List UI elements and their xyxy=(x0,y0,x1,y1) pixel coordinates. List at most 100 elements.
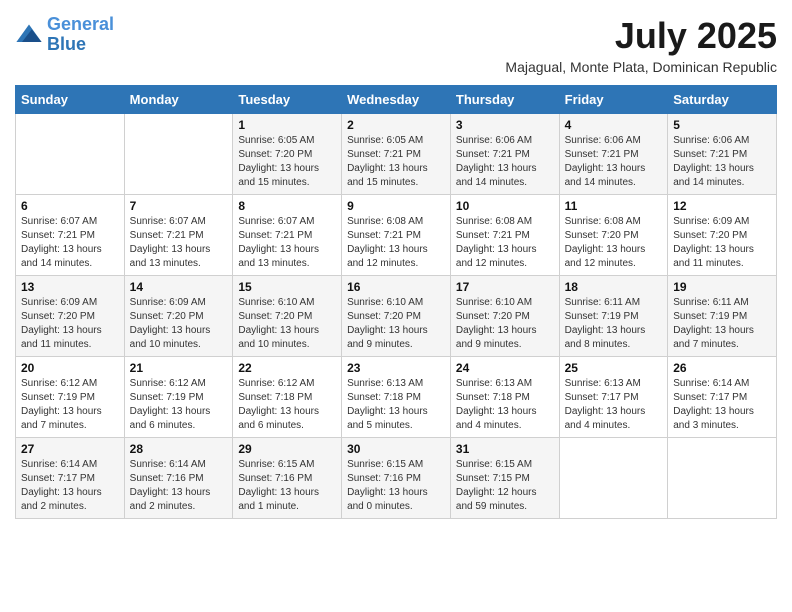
day-info: Sunrise: 6:10 AM Sunset: 7:20 PM Dayligh… xyxy=(238,296,336,352)
calendar-day-header: Monday xyxy=(124,86,233,114)
day-number: 7 xyxy=(130,199,228,213)
day-number: 11 xyxy=(565,199,663,213)
day-info: Sunrise: 6:15 AM Sunset: 7:15 PM Dayligh… xyxy=(456,458,554,514)
calendar-day-header: Friday xyxy=(559,86,668,114)
logo: General Blue xyxy=(15,15,114,55)
calendar-cell: 22Sunrise: 6:12 AM Sunset: 7:18 PM Dayli… xyxy=(233,357,342,438)
day-number: 27 xyxy=(21,442,119,456)
calendar-cell: 3 Sunrise: 6:06 AM Sunset: 7:21 PM Daylig… xyxy=(450,114,559,195)
calendar-cell: 25 Sunrise: 6:13 AM Sunset: 7:17 PM Dayli… xyxy=(559,357,668,438)
calendar-cell: 19Sunrise: 6:11 AM Sunset: 7:19 PM Dayli… xyxy=(668,276,777,357)
calendar-cell: 29 Sunrise: 6:15 AM Sunset: 7:16 PM Dayli… xyxy=(233,438,342,519)
day-info: Sunrise: 6:07 AM Sunset: 7:21 PM Dayligh… xyxy=(130,215,228,271)
day-number: 16 xyxy=(347,280,445,294)
day-number: 29 xyxy=(238,442,336,456)
day-number: 14 xyxy=(130,280,228,294)
calendar-week-row: 13 Sunrise: 6:09 AM Sunset: 7:20 PM Dayli… xyxy=(16,276,777,357)
calendar-week-row: 1Sunrise: 6:05 AM Sunset: 7:20 PM Daylig… xyxy=(16,114,777,195)
day-info: Sunrise: 6:06 AM Sunset: 7:21 PM Dayligh… xyxy=(456,134,554,190)
day-info: Sunrise: 6:12 AM Sunset: 7:19 PM Dayligh… xyxy=(21,377,119,433)
calendar-cell: 21 Sunrise: 6:12 AM Sunset: 7:19 PM Dayli… xyxy=(124,357,233,438)
day-number: 30 xyxy=(347,442,445,456)
day-number: 10 xyxy=(456,199,554,213)
calendar-cell: 2Sunrise: 6:05 AM Sunset: 7:21 PM Daylig… xyxy=(342,114,451,195)
day-number: 8 xyxy=(238,199,336,213)
calendar-cell: 6Sunrise: 6:07 AM Sunset: 7:21 PM Daylig… xyxy=(16,195,125,276)
day-number: 26 xyxy=(673,361,771,375)
calendar-cell: 24 Sunrise: 6:13 AM Sunset: 7:18 PM Dayli… xyxy=(450,357,559,438)
calendar-week-row: 27 Sunrise: 6:14 AM Sunset: 7:17 PM Dayli… xyxy=(16,438,777,519)
day-number: 23 xyxy=(347,361,445,375)
day-info: Sunrise: 6:08 AM Sunset: 7:20 PM Dayligh… xyxy=(565,215,663,271)
logo-text: General Blue xyxy=(47,15,114,55)
day-info: Sunrise: 6:05 AM Sunset: 7:21 PM Dayligh… xyxy=(347,134,445,190)
day-info: Sunrise: 6:15 AM Sunset: 7:16 PM Dayligh… xyxy=(238,458,336,514)
day-info: Sunrise: 6:06 AM Sunset: 7:21 PM Dayligh… xyxy=(673,134,771,190)
day-info: Sunrise: 6:14 AM Sunset: 7:16 PM Dayligh… xyxy=(130,458,228,514)
calendar-cell: 15 Sunrise: 6:10 AM Sunset: 7:20 PM Dayli… xyxy=(233,276,342,357)
calendar-cell: 5 Sunrise: 6:06 AM Sunset: 7:21 PM Daylig… xyxy=(668,114,777,195)
day-info: Sunrise: 6:08 AM Sunset: 7:21 PM Dayligh… xyxy=(347,215,445,271)
day-info: Sunrise: 6:06 AM Sunset: 7:21 PM Dayligh… xyxy=(565,134,663,190)
day-info: Sunrise: 6:10 AM Sunset: 7:20 PM Dayligh… xyxy=(456,296,554,352)
day-number: 20 xyxy=(21,361,119,375)
day-number: 19 xyxy=(673,280,771,294)
day-info: Sunrise: 6:09 AM Sunset: 7:20 PM Dayligh… xyxy=(21,296,119,352)
calendar-cell xyxy=(559,438,668,519)
day-number: 21 xyxy=(130,361,228,375)
day-number: 15 xyxy=(238,280,336,294)
day-info: Sunrise: 6:11 AM Sunset: 7:19 PM Dayligh… xyxy=(565,296,663,352)
day-number: 3 xyxy=(456,118,554,132)
calendar-cell: 1Sunrise: 6:05 AM Sunset: 7:20 PM Daylig… xyxy=(233,114,342,195)
day-info: Sunrise: 6:12 AM Sunset: 7:18 PM Dayligh… xyxy=(238,377,336,433)
calendar-cell: 18 Sunrise: 6:11 AM Sunset: 7:19 PM Dayli… xyxy=(559,276,668,357)
day-number: 18 xyxy=(565,280,663,294)
day-number: 28 xyxy=(130,442,228,456)
calendar-cell: 27 Sunrise: 6:14 AM Sunset: 7:17 PM Dayli… xyxy=(16,438,125,519)
day-info: Sunrise: 6:05 AM Sunset: 7:20 PM Dayligh… xyxy=(238,134,336,190)
day-info: Sunrise: 6:12 AM Sunset: 7:19 PM Dayligh… xyxy=(130,377,228,433)
calendar-day-header: Sunday xyxy=(16,86,125,114)
day-info: Sunrise: 6:14 AM Sunset: 7:17 PM Dayligh… xyxy=(21,458,119,514)
subtitle: Majagual, Monte Plata, Dominican Republi… xyxy=(505,59,777,75)
logo-line1: General xyxy=(47,14,114,34)
day-info: Sunrise: 6:10 AM Sunset: 7:20 PM Dayligh… xyxy=(347,296,445,352)
calendar-cell: 4Sunrise: 6:06 AM Sunset: 7:21 PM Daylig… xyxy=(559,114,668,195)
day-number: 13 xyxy=(21,280,119,294)
calendar-header-row: SundayMondayTuesdayWednesdayThursdayFrid… xyxy=(16,86,777,114)
calendar-cell xyxy=(16,114,125,195)
day-info: Sunrise: 6:13 AM Sunset: 7:17 PM Dayligh… xyxy=(565,377,663,433)
calendar-cell: 31 Sunrise: 6:15 AM Sunset: 7:15 PM Dayli… xyxy=(450,438,559,519)
day-number: 31 xyxy=(456,442,554,456)
calendar-cell: 12Sunrise: 6:09 AM Sunset: 7:20 PM Dayli… xyxy=(668,195,777,276)
day-number: 9 xyxy=(347,199,445,213)
day-info: Sunrise: 6:07 AM Sunset: 7:21 PM Dayligh… xyxy=(238,215,336,271)
day-info: Sunrise: 6:14 AM Sunset: 7:17 PM Dayligh… xyxy=(673,377,771,433)
day-number: 6 xyxy=(21,199,119,213)
calendar-cell: 10Sunrise: 6:08 AM Sunset: 7:21 PM Dayli… xyxy=(450,195,559,276)
calendar-day-header: Thursday xyxy=(450,86,559,114)
title-section: July 2025 Majagual, Monte Plata, Dominic… xyxy=(505,15,777,75)
calendar-cell xyxy=(124,114,233,195)
day-number: 5 xyxy=(673,118,771,132)
logo-icon xyxy=(15,21,43,49)
calendar-day-header: Wednesday xyxy=(342,86,451,114)
day-info: Sunrise: 6:09 AM Sunset: 7:20 PM Dayligh… xyxy=(130,296,228,352)
calendar: SundayMondayTuesdayWednesdayThursdayFrid… xyxy=(15,85,777,519)
day-number: 24 xyxy=(456,361,554,375)
calendar-week-row: 20 Sunrise: 6:12 AM Sunset: 7:19 PM Dayli… xyxy=(16,357,777,438)
calendar-cell: 26 Sunrise: 6:14 AM Sunset: 7:17 PM Dayli… xyxy=(668,357,777,438)
day-number: 25 xyxy=(565,361,663,375)
calendar-day-header: Saturday xyxy=(668,86,777,114)
calendar-week-row: 6 Sunrise: 6:07 AM Sunset: 7:21 PM Daylig… xyxy=(16,195,777,276)
calendar-cell: 20 Sunrise: 6:12 AM Sunset: 7:19 PM Dayli… xyxy=(16,357,125,438)
calendar-day-header: Tuesday xyxy=(233,86,342,114)
calendar-cell: 16 Sunrise: 6:10 AM Sunset: 7:20 PM Dayli… xyxy=(342,276,451,357)
day-info: Sunrise: 6:13 AM Sunset: 7:18 PM Dayligh… xyxy=(456,377,554,433)
logo-line2: Blue xyxy=(47,34,86,54)
header: General Blue July 2025 Majagual, Monte P… xyxy=(15,15,777,75)
calendar-cell: 13 Sunrise: 6:09 AM Sunset: 7:20 PM Dayli… xyxy=(16,276,125,357)
day-info: Sunrise: 6:09 AM Sunset: 7:20 PM Dayligh… xyxy=(673,215,771,271)
calendar-cell: 11 Sunrise: 6:08 AM Sunset: 7:20 PM Dayli… xyxy=(559,195,668,276)
day-info: Sunrise: 6:15 AM Sunset: 7:16 PM Dayligh… xyxy=(347,458,445,514)
